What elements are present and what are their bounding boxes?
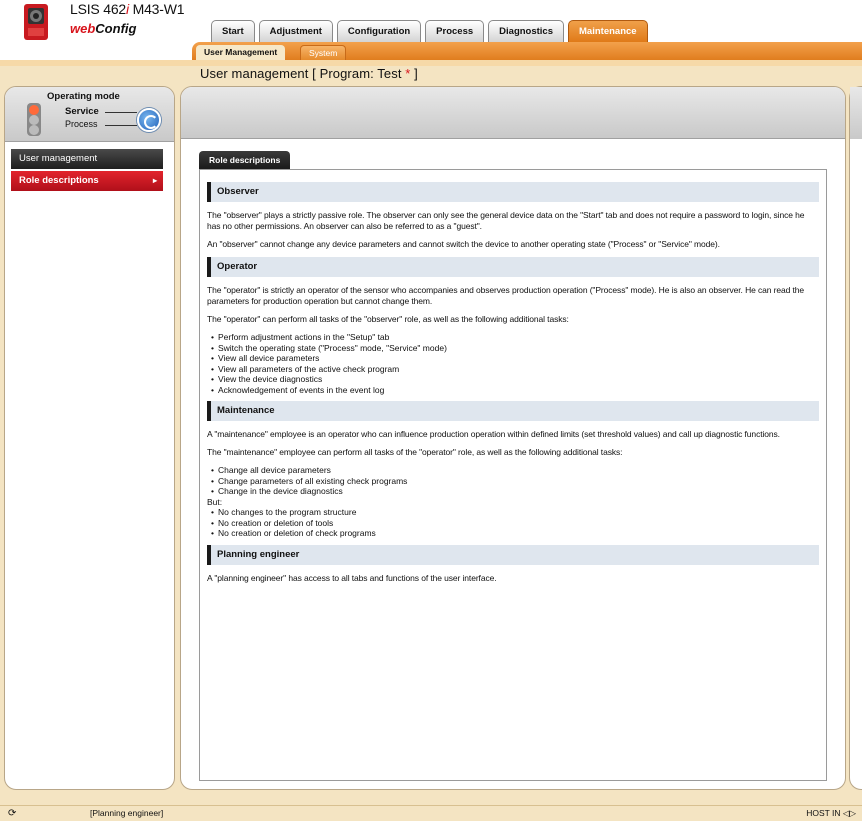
operating-mode-box: Operating mode Service Process [5, 87, 174, 142]
main-panel-header [181, 87, 845, 139]
list-item: No changes to the program structure [211, 507, 819, 518]
maintenance-restriction-list: No changes to the program structure No c… [207, 507, 819, 539]
tab-maintenance[interactable]: Maintenance [568, 20, 648, 42]
page-title: User management [ Program: Test * ] [200, 66, 418, 81]
left-panel: Operating mode Service Process User mana… [4, 86, 175, 790]
list-item: No creation or deletion of check program… [211, 528, 819, 539]
tab-role-descriptions[interactable]: Role descriptions [199, 151, 291, 169]
list-item: View all device parameters [211, 353, 819, 364]
maintenance-task-list: Change all device parameters Change para… [207, 465, 819, 497]
tab-configuration[interactable]: Configuration [336, 20, 422, 42]
mode-process-label: Process [65, 119, 98, 129]
list-item: View the device diagnostics [211, 374, 819, 385]
divider [105, 125, 137, 126]
main-panel: Role descriptions Observer The "observer… [180, 86, 846, 790]
role-descriptions-content: Observer The "observer" plays a strictly… [199, 169, 827, 781]
list-item: Change in the device diagnostics [211, 486, 819, 497]
tab-start[interactable]: Start [211, 20, 255, 42]
right-panel-header [850, 87, 862, 139]
planning-paragraph: A "planning engineer" has access to all … [207, 572, 497, 583]
main-tabs: Start Adjustment Configuration Process D… [211, 20, 648, 42]
observer-paragraph: An "observer" cannot change any device p… [207, 239, 720, 249]
status-bar: ⟳ [Planning engineer] HOST IN ◁▷ [0, 805, 862, 821]
list-item: Acknowledgement of events in the event l… [211, 385, 819, 396]
operator-paragraph: The "operator" can perform all tasks of … [207, 314, 569, 324]
tab-adjustment[interactable]: Adjustment [258, 20, 333, 42]
side-nav: User management Role descriptions ▸ [11, 149, 163, 193]
sidebar-item-user-management[interactable]: User management [11, 149, 163, 169]
list-item: Change parameters of all existing check … [211, 476, 819, 487]
section-heading-planning-engineer: Planning engineer [207, 544, 819, 565]
section-heading-operator: Operator [207, 257, 819, 277]
mode-switch-icon[interactable] [137, 108, 161, 132]
right-panel-edge [849, 86, 862, 790]
sidebar-item-label: User management [19, 153, 98, 164]
list-item: Perform adjustment actions in the "Setup… [211, 332, 819, 343]
sidebar-item-label: Role descriptions [19, 175, 99, 186]
sidebar-item-role-descriptions[interactable]: Role descriptions ▸ [11, 171, 163, 191]
webconfig-brand: webConfig [70, 21, 137, 36]
refresh-icon[interactable]: ⟳ [8, 806, 16, 821]
device-title: LSIS 462i M43-W1 [70, 1, 185, 17]
chevron-right-icon: ▸ [152, 176, 157, 185]
tab-diagnostics[interactable]: Diagnostics [488, 20, 565, 42]
status-host: HOST IN ◁▷ [806, 808, 856, 818]
list-item: No creation or deletion of tools [211, 518, 819, 529]
subtab-user-management[interactable]: User Management [196, 45, 286, 60]
list-item: Change all device parameters [211, 465, 819, 476]
observer-paragraph: The "observer" plays a strictly passive … [207, 210, 805, 231]
section-heading-maintenance: Maintenance [207, 401, 819, 421]
subtab-system[interactable]: System [300, 45, 347, 60]
divider [0, 60, 862, 66]
list-item: Switch the operating state ("Process" mo… [211, 343, 819, 354]
operator-task-list: Perform adjustment actions in the "Setup… [207, 332, 819, 395]
operator-paragraph: The "operator" is strictly an operator o… [207, 285, 805, 306]
tab-process[interactable]: Process [425, 20, 485, 42]
maintenance-paragraph: A "maintenance" employee is an operator … [207, 429, 780, 439]
subtabs: User Management System [192, 42, 862, 60]
maintenance-paragraph: The "maintenance" employee can perform a… [207, 447, 623, 457]
but-label: But: [207, 496, 223, 507]
traffic-light-icon [27, 103, 41, 136]
operating-mode-title: Operating mode [47, 91, 120, 102]
device-logo-icon [24, 4, 48, 40]
mode-service-label: Service [65, 106, 99, 117]
divider [105, 112, 137, 113]
list-item: View all parameters of the active check … [211, 364, 819, 375]
status-role: [Planning engineer] [90, 808, 164, 818]
section-heading-observer: Observer [207, 182, 819, 202]
